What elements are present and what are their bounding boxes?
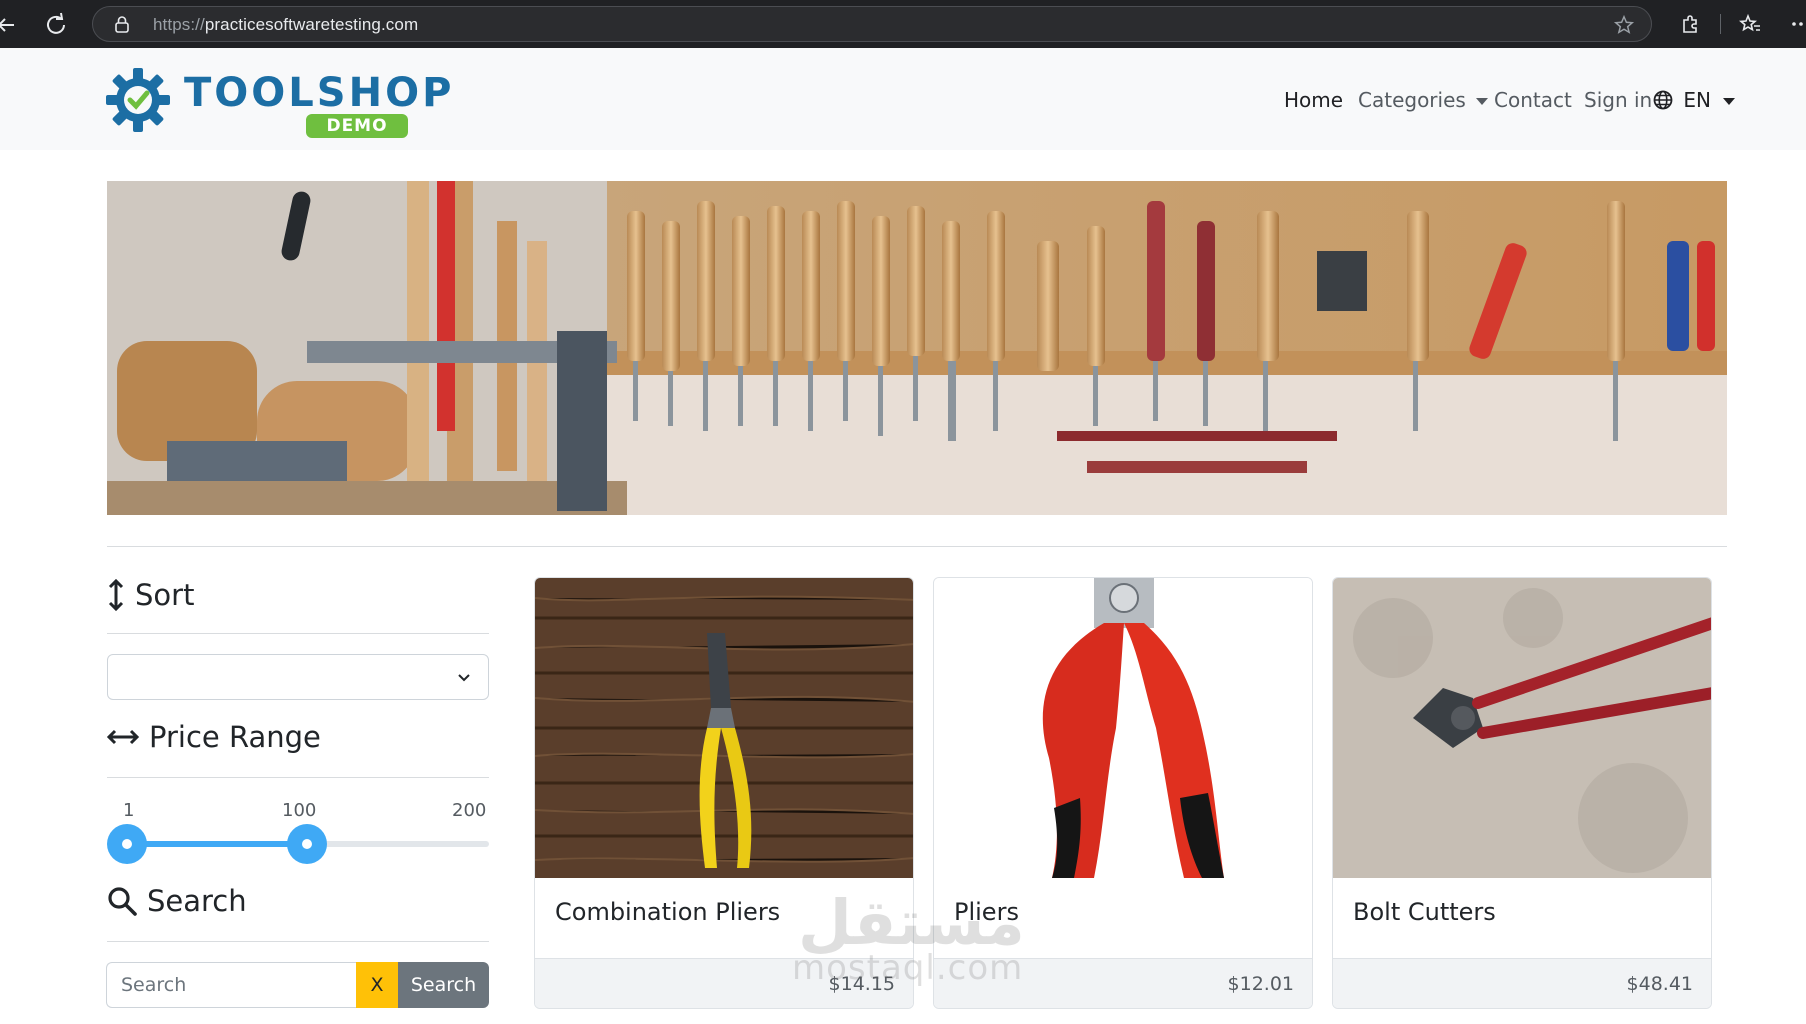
price-slider-fill bbox=[127, 841, 307, 847]
sort-rule bbox=[107, 633, 489, 634]
product-footer: $12.01 bbox=[934, 958, 1312, 1008]
language-label: EN bbox=[1683, 88, 1711, 112]
price-slider-min-handle[interactable] bbox=[107, 824, 147, 864]
price-range-title: Price Range bbox=[149, 720, 321, 754]
nav-contact[interactable]: Contact bbox=[1494, 88, 1572, 112]
browser-toolbar: https://practicesoftwaretesting.com bbox=[0, 0, 1806, 48]
combination-pliers-image bbox=[535, 578, 913, 878]
search-button[interactable]: Search bbox=[398, 962, 489, 1008]
search-heading: Search bbox=[107, 884, 247, 918]
horizontal-arrows-icon bbox=[107, 729, 139, 745]
favorites-icon[interactable] bbox=[1738, 12, 1762, 36]
sort-arrows-icon bbox=[108, 578, 124, 612]
product-image bbox=[934, 578, 1312, 878]
product-name: Bolt Cutters bbox=[1353, 898, 1496, 926]
site-navbar: TOOLSHOP DEMO Home Categories Contact Si… bbox=[0, 48, 1806, 150]
clear-search-button[interactable]: X bbox=[356, 962, 398, 1008]
lock-icon[interactable] bbox=[113, 15, 131, 33]
url-text[interactable]: https://practicesoftwaretesting.com bbox=[153, 15, 418, 35]
price-range-rule bbox=[107, 777, 489, 778]
section-divider bbox=[107, 546, 1727, 547]
search-title: Search bbox=[147, 884, 247, 918]
chevron-down-icon bbox=[458, 674, 470, 682]
chevron-down-icon bbox=[1722, 98, 1735, 105]
sort-title: Sort bbox=[135, 578, 195, 612]
product-price: $12.01 bbox=[1227, 973, 1294, 995]
product-price: $48.41 bbox=[1626, 973, 1693, 995]
hero-banner-image bbox=[107, 181, 1727, 515]
price-current-label: 100 bbox=[282, 800, 317, 821]
nav-categories[interactable]: Categories bbox=[1358, 88, 1488, 112]
language-selector[interactable]: EN bbox=[1653, 88, 1735, 112]
gear-check-icon bbox=[106, 68, 170, 132]
product-name: Combination Pliers bbox=[555, 898, 781, 926]
sort-heading: Sort bbox=[107, 578, 194, 612]
product-name: Pliers bbox=[954, 898, 1019, 926]
bookmark-star-icon[interactable] bbox=[1613, 14, 1635, 36]
product-footer: $48.41 bbox=[1333, 958, 1711, 1008]
banner-tools-illustration bbox=[107, 181, 1727, 515]
nav-home[interactable]: Home bbox=[1284, 88, 1343, 112]
product-card[interactable]: Pliers $12.01 bbox=[933, 577, 1313, 1009]
pliers-image bbox=[934, 578, 1312, 878]
product-image bbox=[535, 578, 913, 878]
reload-icon[interactable] bbox=[41, 10, 71, 40]
search-rule bbox=[107, 941, 489, 942]
product-price: $14.15 bbox=[828, 973, 895, 995]
search-icon bbox=[108, 887, 137, 916]
more-options-icon[interactable] bbox=[1790, 12, 1806, 36]
toolbar-separator bbox=[1720, 14, 1721, 34]
globe-icon bbox=[1653, 90, 1673, 110]
chevron-down-icon bbox=[1475, 98, 1488, 105]
extensions-icon[interactable] bbox=[1678, 12, 1702, 36]
nav-categories-label: Categories bbox=[1358, 88, 1466, 112]
price-max-label: 200 bbox=[452, 800, 487, 821]
nav-sign-in[interactable]: Sign in bbox=[1584, 88, 1652, 112]
search-input[interactable] bbox=[106, 962, 356, 1008]
url-protocol: https:// bbox=[153, 15, 205, 34]
price-range-heading: Price Range bbox=[107, 720, 321, 754]
bolt-cutters-image bbox=[1333, 578, 1711, 878]
price-min-label: 1 bbox=[123, 800, 135, 821]
url-host: practicesoftwaretesting.com bbox=[204, 15, 419, 34]
sort-select[interactable] bbox=[107, 654, 489, 700]
toolshop-logo[interactable]: TOOLSHOP DEMO bbox=[106, 62, 451, 138]
product-card[interactable]: Combination Pliers $14.15 bbox=[534, 577, 914, 1009]
back-arrow-icon[interactable] bbox=[0, 10, 26, 40]
demo-badge: DEMO bbox=[306, 114, 408, 138]
address-bar[interactable]: https://practicesoftwaretesting.com bbox=[92, 6, 1652, 42]
product-footer: $14.15 bbox=[535, 958, 913, 1008]
product-image bbox=[1333, 578, 1711, 878]
logo-wordmark: TOOLSHOP bbox=[184, 70, 455, 116]
product-card[interactable]: Bolt Cutters $48.41 bbox=[1332, 577, 1712, 1009]
price-slider-max-handle[interactable] bbox=[286, 824, 327, 864]
